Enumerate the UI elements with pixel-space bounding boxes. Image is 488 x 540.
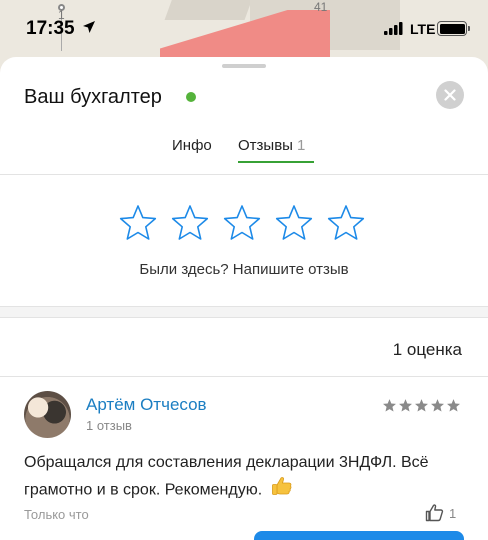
divider [0, 376, 488, 377]
rate-star-5-icon[interactable] [326, 203, 366, 243]
rate-stars [118, 203, 370, 243]
divider [0, 174, 488, 175]
online-status-dot [186, 92, 196, 102]
ratings-summary: 1 оценка [392, 340, 462, 359]
review-star-icon [398, 398, 413, 413]
rate-star-4-icon[interactable] [274, 203, 314, 243]
active-tab-indicator [238, 161, 314, 163]
tab-bar: Инфо Отзывы 1 [0, 137, 488, 163]
rate-star-1-icon[interactable] [118, 203, 158, 243]
review-star-icon [446, 398, 461, 413]
battery-icon [437, 21, 470, 36]
rate-star-3-icon[interactable] [222, 203, 262, 243]
avatar[interactable] [24, 391, 71, 438]
tab-label: Инфо [172, 137, 212, 154]
page-title: Ваш бухгалтер [24, 86, 162, 108]
review-star-icon [382, 398, 397, 413]
status-bar: 17:35 LTE [0, 0, 488, 58]
review-text: Обращался для составления декларации 3НД… [24, 454, 429, 499]
sheet-grabber[interactable] [222, 64, 266, 68]
close-icon [444, 89, 456, 101]
section-gap [0, 307, 488, 317]
like-count: 1 [449, 505, 457, 521]
tab-count: 1 [296, 137, 306, 154]
network-type: LTE [410, 21, 436, 37]
like-button[interactable]: 1 [425, 503, 456, 523]
review-star-icon [414, 398, 429, 413]
review-rating [382, 398, 461, 412]
review-timestamp: Только что [24, 507, 89, 522]
review-text-block: Обращался для составления декларации 3НД… [24, 449, 469, 505]
review-author[interactable]: Артём Отчесов [86, 395, 207, 415]
tab-info[interactable]: Инфо [172, 137, 212, 154]
thumbs-up-icon [425, 504, 444, 522]
review-author-count: 1 отзыв [86, 418, 132, 433]
divider [0, 317, 488, 318]
review-star-icon [430, 398, 445, 413]
rate-star-2-icon[interactable] [170, 203, 210, 243]
status-time: 17:35 [26, 18, 75, 39]
tab-reviews[interactable]: Отзывы 1 [238, 137, 305, 154]
location-arrow-icon [82, 20, 96, 39]
tab-label: Отзывы [238, 137, 293, 154]
close-button[interactable] [436, 81, 464, 109]
battery-level [439, 23, 465, 34]
write-review-prompt[interactable]: Были здесь? Напишите отзыв [0, 261, 488, 278]
thumbs-up-emoji-icon [271, 476, 293, 505]
cellular-signal-icon [384, 22, 404, 40]
bottom-sheet: Ваш бухгалтер Инфо Отзывы 1 Были здесь? Н… [0, 57, 488, 540]
write-review-button[interactable] [254, 531, 464, 540]
